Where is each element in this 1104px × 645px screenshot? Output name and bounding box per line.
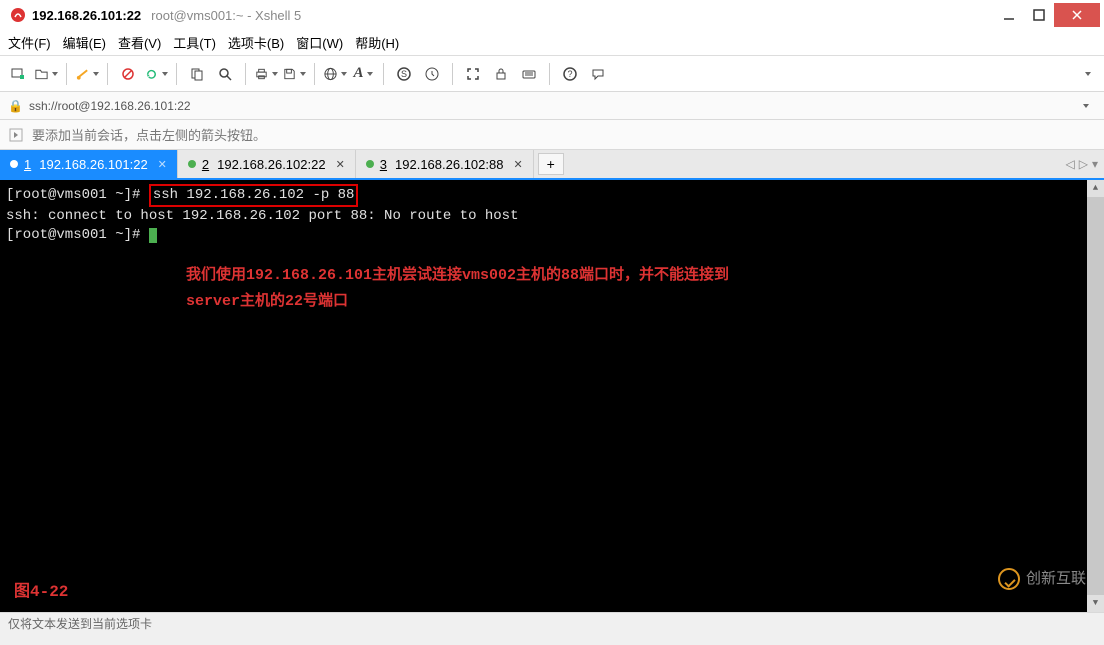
- maximize-button[interactable]: [1024, 3, 1054, 27]
- toolbar-separator: [107, 63, 108, 85]
- menu-window[interactable]: 窗口(W): [296, 33, 343, 52]
- web-icon[interactable]: [323, 62, 347, 86]
- infobar-hint: 要添加当前会话，点击左侧的箭头按钮。: [32, 125, 266, 144]
- copy-icon[interactable]: [185, 62, 209, 86]
- tab-session-2[interactable]: 2 192.168.26.102:22 ✕: [178, 150, 356, 178]
- annotation-line-1: 我们使用192.168.26.101主机尝试连接vms002主机的88端口时，并…: [186, 263, 886, 289]
- scroll-up-icon[interactable]: ▲: [1087, 180, 1104, 197]
- font-icon[interactable]: A: [351, 62, 375, 86]
- watermark-icon: [998, 568, 1020, 590]
- titlebar: 192.168.26.101:22 root@vms001:~ - Xshell…: [0, 0, 1104, 30]
- keyboard-icon[interactable]: [517, 62, 541, 86]
- tab-label: 192.168.26.101:22: [39, 157, 147, 172]
- tab-number: 3: [380, 157, 387, 172]
- find-icon[interactable]: [213, 62, 237, 86]
- svg-text:?: ?: [567, 69, 572, 79]
- toolbar-separator: [549, 63, 550, 85]
- tab-session-1[interactable]: 1 192.168.26.101:22 ✕: [0, 150, 178, 178]
- tab-prev-icon[interactable]: ◁: [1066, 157, 1075, 171]
- statusbar-text: 仅将文本发送到当前选项卡: [8, 615, 152, 632]
- window-title-sub: root@vms001:~ - Xshell 5: [151, 8, 301, 23]
- fullscreen-icon[interactable]: [461, 62, 485, 86]
- toolbar-separator: [383, 63, 384, 85]
- save-icon[interactable]: [282, 62, 306, 86]
- tab-menu-icon[interactable]: ▾: [1092, 157, 1098, 171]
- toolbar-separator: [176, 63, 177, 85]
- status-dot-icon: [188, 160, 196, 168]
- add-session-arrow-icon[interactable]: [8, 127, 24, 143]
- window-title-main: 192.168.26.101:22: [32, 8, 141, 23]
- scroll-thumb[interactable]: [1087, 197, 1104, 595]
- menu-file[interactable]: 文件(F): [8, 33, 51, 52]
- help-icon[interactable]: ?: [558, 62, 582, 86]
- toolbar-separator: [245, 63, 246, 85]
- menu-tabs[interactable]: 选项卡(B): [228, 33, 284, 52]
- infobar: 要添加当前会话，点击左侧的箭头按钮。: [0, 120, 1104, 150]
- toolbar-separator: [66, 63, 67, 85]
- tab-session-3[interactable]: 3 192.168.26.102:88 ✕: [356, 150, 534, 178]
- tab-number: 2: [202, 157, 209, 172]
- chat-icon[interactable]: [586, 62, 610, 86]
- terminal-command-highlight: ssh 192.168.26.102 -p 88: [149, 184, 359, 207]
- add-tab-button[interactable]: +: [538, 153, 564, 175]
- connect-icon[interactable]: [75, 62, 99, 86]
- s-script-icon[interactable]: S: [392, 62, 416, 86]
- statusbar: 仅将文本发送到当前选项卡: [0, 612, 1104, 634]
- svg-text:S: S: [401, 69, 407, 79]
- menu-edit[interactable]: 编辑(E): [63, 33, 106, 52]
- lock-small-icon: 🔒: [8, 99, 23, 113]
- history-icon[interactable]: [420, 62, 444, 86]
- tab-nav: ◁ ▷ ▾: [1060, 150, 1104, 178]
- tab-close-icon[interactable]: ✕: [336, 158, 345, 171]
- disconnect-icon[interactable]: [116, 62, 140, 86]
- new-session-icon[interactable]: [6, 62, 30, 86]
- watermark-text: 创新互联: [1026, 570, 1086, 589]
- address-url[interactable]: ssh://root@192.168.26.101:22: [29, 99, 191, 113]
- print-icon[interactable]: [254, 62, 278, 86]
- terminal[interactable]: [root@vms001 ~]# ssh 192.168.26.102 -p 8…: [0, 180, 1104, 612]
- open-icon[interactable]: [34, 62, 58, 86]
- toolbar-separator: [452, 63, 453, 85]
- terminal-prompt: [root@vms001 ~]#: [6, 227, 149, 243]
- scroll-down-icon[interactable]: ▼: [1087, 595, 1104, 612]
- terminal-scrollbar[interactable]: ▲ ▼: [1087, 180, 1104, 612]
- close-button[interactable]: [1054, 3, 1100, 27]
- tab-label: 192.168.26.102:22: [217, 157, 325, 172]
- address-bar: 🔒 ssh://root@192.168.26.101:22: [0, 92, 1104, 120]
- lock-icon[interactable]: [489, 62, 513, 86]
- status-dot-icon: [366, 160, 374, 168]
- figure-label: 图4-22: [14, 583, 68, 602]
- address-overflow-icon[interactable]: [1072, 94, 1096, 118]
- menubar: 文件(F) 编辑(E) 查看(V) 工具(T) 选项卡(B) 窗口(W) 帮助(…: [0, 30, 1104, 56]
- menu-tools[interactable]: 工具(T): [173, 33, 216, 52]
- menu-view[interactable]: 查看(V): [118, 33, 161, 52]
- tabbar: 1 192.168.26.101:22 ✕ 2 192.168.26.102:2…: [0, 150, 1104, 180]
- tab-number: 1: [24, 157, 31, 172]
- toolbar-overflow-icon[interactable]: [1074, 62, 1098, 86]
- terminal-output: ssh: connect to host 192.168.26.102 port…: [6, 207, 1098, 226]
- tab-close-icon[interactable]: ✕: [158, 158, 167, 171]
- watermark: 创新互联: [998, 568, 1086, 590]
- reconnect-icon[interactable]: [144, 62, 168, 86]
- minimize-button[interactable]: [994, 3, 1024, 27]
- terminal-prompt: [root@vms001 ~]#: [6, 187, 140, 203]
- tab-label: 192.168.26.102:88: [395, 157, 503, 172]
- tab-close-icon[interactable]: ✕: [513, 158, 522, 171]
- toolbar-separator: [314, 63, 315, 85]
- tab-next-icon[interactable]: ▷: [1079, 157, 1088, 171]
- app-icon: [10, 7, 26, 23]
- status-dot-icon: [10, 160, 18, 168]
- terminal-cursor: [149, 228, 157, 243]
- menu-help[interactable]: 帮助(H): [355, 33, 399, 52]
- annotation-line-2: server主机的22号端口: [186, 289, 886, 315]
- toolbar: A S ?: [0, 56, 1104, 92]
